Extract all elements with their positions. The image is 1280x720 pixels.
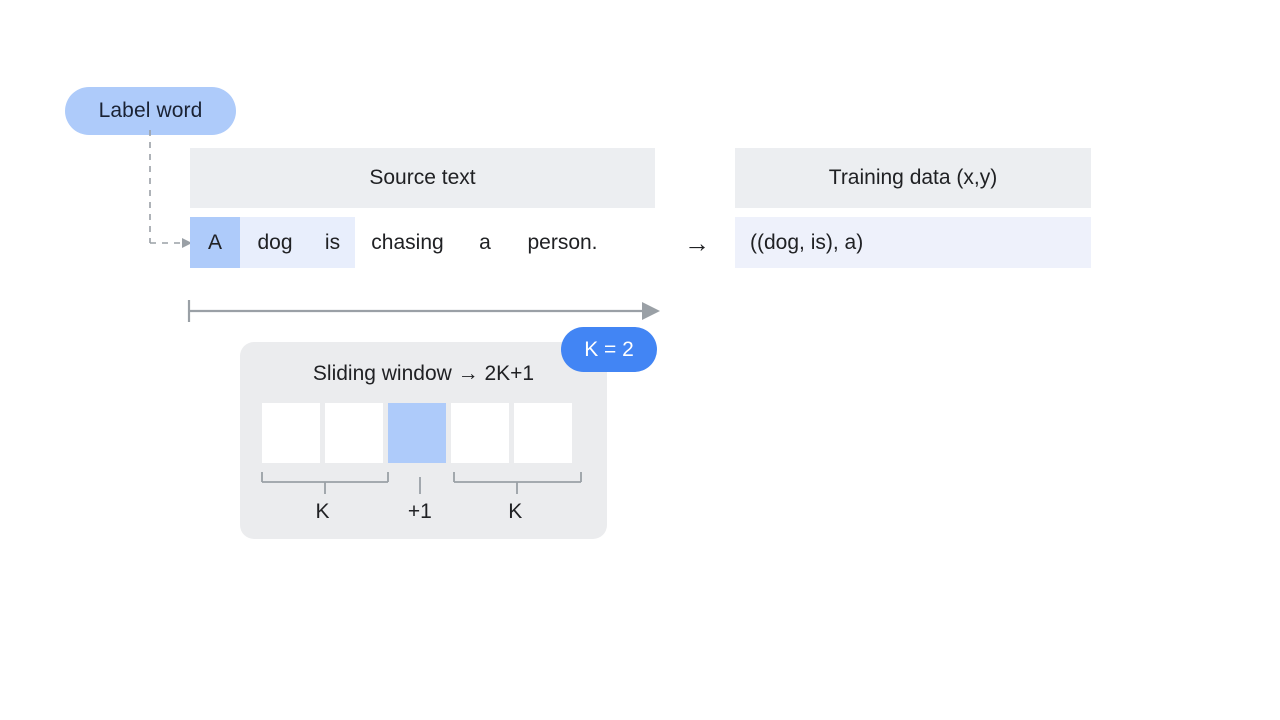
sliding-window-title-text: Sliding window → 2K+1	[312, 362, 535, 385]
bracket-label: +1	[407, 500, 432, 523]
bracket-label: K	[315, 500, 330, 523]
mapping-arrow-icon: →	[672, 228, 722, 258]
mapping-arrow-glyph: →	[684, 228, 710, 258]
source-token: person.	[527, 230, 598, 254]
sliding-window-title: Sliding window → 2K+1	[240, 362, 607, 386]
window-cell	[262, 403, 320, 463]
diagram-canvas: Label word Source text Adog is chasing a per…	[0, 0, 1280, 720]
label-word-pill: Label word	[65, 87, 236, 135]
k-value-badge: K = 2	[561, 327, 657, 372]
window-cell-center	[388, 403, 446, 463]
window-cell	[325, 403, 383, 463]
window-cell	[451, 403, 509, 463]
sliding-window-bracket-labels: K +1 K	[240, 500, 607, 530]
source-token: a	[479, 230, 491, 254]
k-value-badge-text: K = 2	[584, 337, 634, 361]
source-text-token-row: Adog is chasing a person.	[190, 217, 615, 268]
source-text-header: Source text	[190, 148, 655, 208]
sliding-window-cells	[262, 403, 572, 463]
window-cell	[514, 403, 572, 463]
source-token: A	[190, 217, 240, 268]
label-word-text: Label word	[98, 99, 203, 122]
source-token: dog	[240, 217, 310, 268]
training-data-header-label: Training data (x,y)	[828, 166, 998, 189]
sequence-span-arrow	[187, 300, 660, 322]
bracket-label: K	[508, 500, 523, 523]
source-token: is	[310, 217, 355, 268]
source-text-header-label: Source text	[369, 166, 476, 189]
training-data-value: ((dog, is), a)	[750, 230, 864, 254]
training-data-header: Training data (x,y)	[735, 148, 1091, 208]
span-arrow-head-icon	[642, 302, 660, 320]
source-token: chasing	[371, 230, 444, 254]
training-data-row: ((dog, is), a)	[735, 217, 1091, 268]
